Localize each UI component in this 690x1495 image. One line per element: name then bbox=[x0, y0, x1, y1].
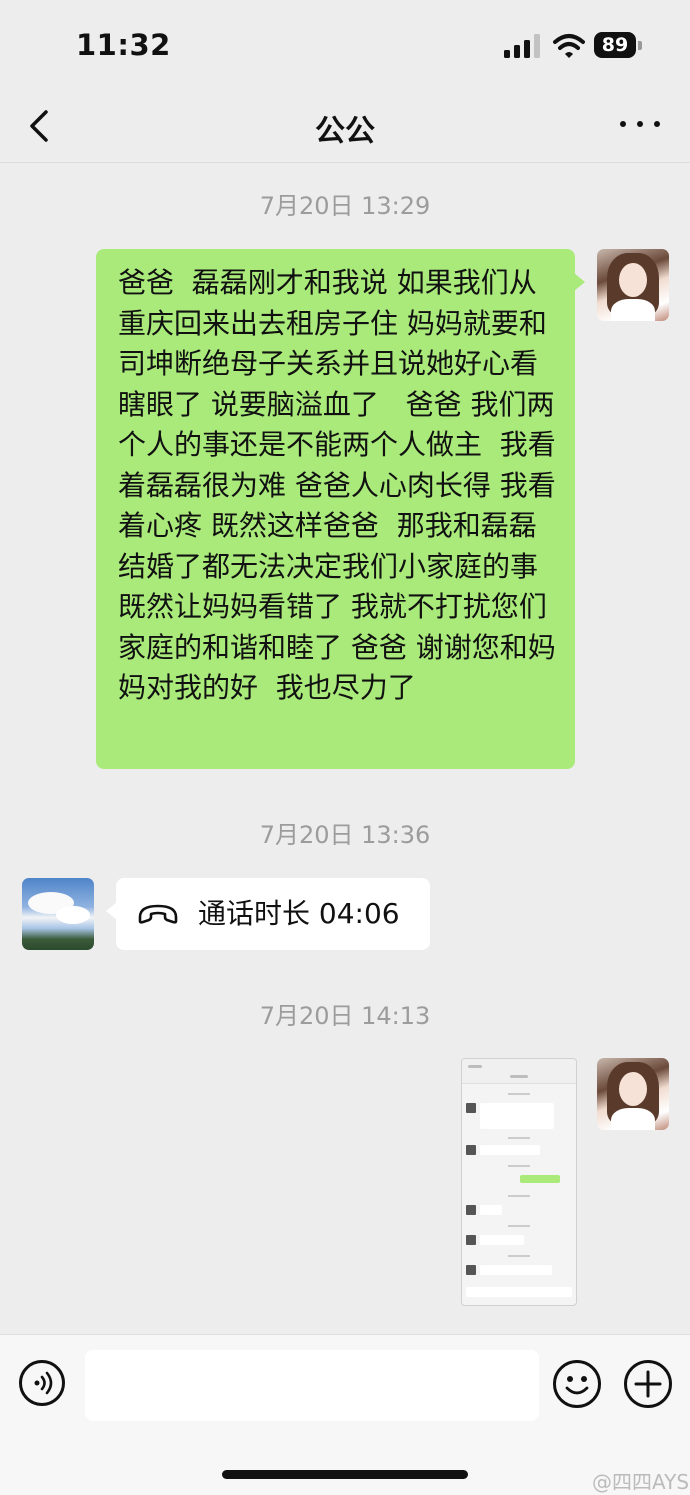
wifi-icon bbox=[553, 34, 585, 58]
battery-nub bbox=[638, 41, 642, 50]
sent-message-bubble[interactable]: 爸爸 磊磊刚才和我说 如果我们从重庆回来出去租房子住 妈妈就要和司坤断绝母子关系… bbox=[96, 249, 585, 769]
self-avatar[interactable] bbox=[597, 1058, 669, 1130]
message-timestamp: 7月20日 13:29 bbox=[259, 192, 431, 220]
message-timestamp: 7月20日 13:36 bbox=[259, 821, 431, 849]
contact-avatar[interactable] bbox=[22, 878, 94, 950]
call-record-bubble[interactable]: 通话时长 04:06 bbox=[106, 878, 430, 950]
phone-hangup-icon bbox=[138, 904, 178, 924]
self-avatar[interactable] bbox=[597, 249, 669, 321]
sent-image-thumbnail[interactable] bbox=[461, 1058, 577, 1306]
battery-indicator: 89 bbox=[594, 32, 644, 60]
call-duration-text: 通话时长 04:06 bbox=[198, 897, 400, 930]
watermark: @四四AYS bbox=[592, 1470, 690, 1494]
chat-title: 公公 bbox=[315, 114, 375, 149]
chat-header: 公公 bbox=[0, 90, 690, 163]
message-input[interactable] bbox=[85, 1350, 539, 1421]
emoji-icon[interactable] bbox=[553, 1360, 601, 1408]
more-dots-icon[interactable] bbox=[616, 108, 664, 138]
message-timestamp: 7月20日 14:13 bbox=[259, 1002, 431, 1030]
status-time: 11:32 bbox=[76, 28, 171, 62]
status-bar: 11:32 89 bbox=[0, 0, 690, 90]
battery-level: 89 bbox=[594, 32, 636, 58]
cellular-signal-icon bbox=[504, 34, 540, 58]
voice-icon[interactable] bbox=[19, 1360, 65, 1406]
plus-icon[interactable] bbox=[624, 1360, 672, 1408]
home-indicator[interactable] bbox=[222, 1470, 468, 1479]
